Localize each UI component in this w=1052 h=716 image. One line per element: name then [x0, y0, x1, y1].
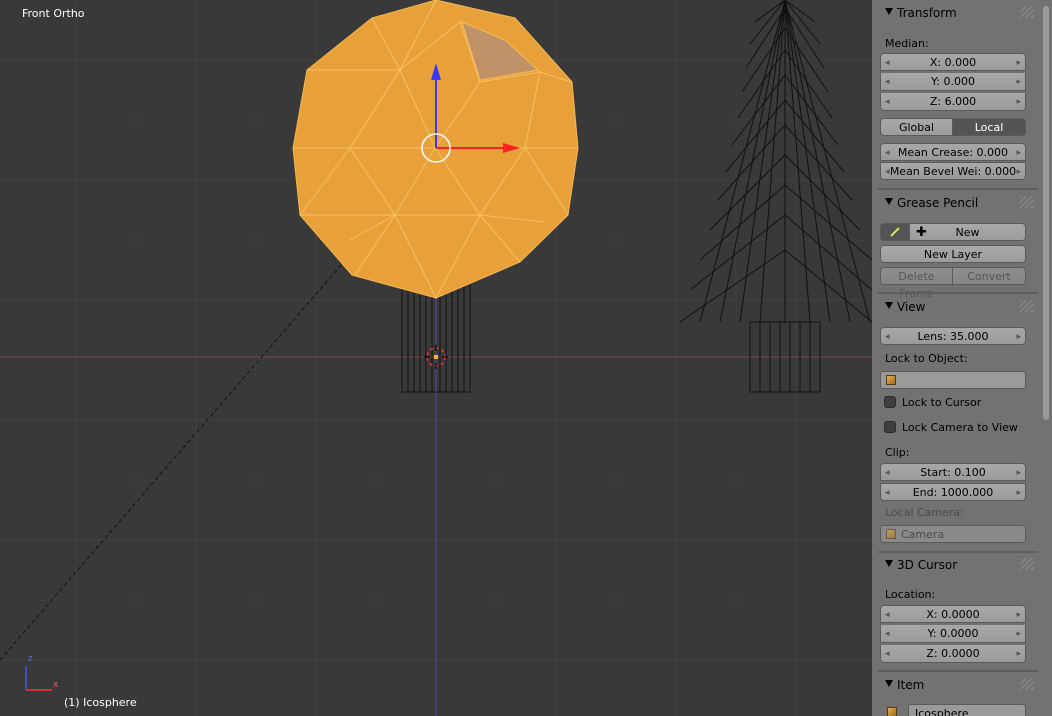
collapse-triangle-icon — [885, 680, 893, 687]
lock-to-cursor-label: Lock to Cursor — [902, 396, 982, 409]
mean-bevel-field[interactable]: Mean Bevel Wei: 0.000 — [880, 162, 1026, 181]
item-title: Item — [897, 678, 925, 692]
grease-pencil-title: Grease Pencil — [897, 196, 979, 210]
properties-panel: Transform Median: X: 0.000 Y: 0.000 Z: 6… — [872, 0, 1052, 716]
delete-frame-button[interactable]: Delete Frame — [880, 267, 953, 300]
camera-field-value: Camera — [901, 528, 945, 541]
convert-button[interactable]: Convert — [952, 267, 1026, 285]
new-grease-pencil-button[interactable]: ✚ New — [909, 223, 1026, 241]
median-z-field[interactable]: Z: 6.000 — [880, 93, 1026, 111]
panel-scrollbar[interactable] — [1043, 6, 1049, 420]
collapse-triangle-icon — [885, 198, 893, 205]
pencil-icon[interactable] — [880, 223, 910, 241]
lock-to-cursor-checkbox[interactable] — [884, 396, 896, 408]
local-camera-label: Local Camera: — [885, 506, 964, 519]
lock-camera-checkbox[interactable] — [884, 421, 896, 433]
global-toggle[interactable]: Global — [880, 118, 953, 136]
grease-pencil-header[interactable]: Grease Pencil — [878, 193, 1036, 213]
divider — [878, 551, 1038, 553]
location-label: Location: — [885, 588, 936, 601]
camera-line — [0, 219, 381, 661]
drag-grip-icon[interactable] — [1020, 558, 1034, 570]
3d-cursor-header[interactable]: 3D Cursor — [878, 555, 1036, 575]
active-object-label: (1) Icosphere — [64, 696, 137, 709]
cursor-x-field[interactable]: X: 0.0000 — [880, 605, 1026, 624]
view-title: View — [897, 300, 926, 314]
item-name-value: Icosphere — [915, 707, 969, 716]
clip-label: Clip: — [885, 446, 910, 459]
divider — [878, 292, 1038, 294]
collapse-triangle-icon — [885, 560, 893, 567]
view-header[interactable]: View — [878, 297, 1036, 317]
3d-cursor-title: 3D Cursor — [897, 558, 958, 572]
clip-start-field[interactable]: Start: 0.100 — [880, 463, 1026, 482]
median-x-field[interactable]: X: 0.000 — [880, 53, 1026, 72]
collapse-triangle-icon — [885, 8, 893, 15]
viewport-canvas — [0, 0, 872, 716]
object-cube-icon — [887, 707, 897, 716]
collapse-triangle-icon — [885, 302, 893, 309]
lock-camera-label: Lock Camera to View — [902, 421, 1018, 434]
local-camera-field[interactable]: Camera — [880, 525, 1026, 543]
camera-object-icon — [886, 529, 896, 539]
icosphere-mesh — [292, 0, 579, 300]
cursor-z-field[interactable]: Z: 0.0000 — [880, 645, 1026, 663]
drag-grip-icon[interactable] — [1020, 300, 1034, 312]
drag-grip-icon[interactable] — [1020, 6, 1034, 18]
lock-object-field[interactable] — [880, 371, 1026, 389]
transform-header[interactable]: Transform — [878, 3, 1036, 23]
lens-field[interactable]: Lens: 35.000 — [880, 327, 1026, 346]
3d-cursor — [424, 345, 448, 369]
plus-icon: ✚ — [916, 225, 927, 240]
lock-to-object-label: Lock to Object: — [885, 352, 968, 365]
mean-crease-field[interactable]: Mean Crease: 0.000 — [880, 143, 1026, 162]
drag-grip-icon[interactable] — [1020, 196, 1034, 208]
view-label: Front Ortho — [22, 7, 85, 20]
transform-title: Transform — [897, 6, 957, 20]
clip-end-field[interactable]: End: 1000.000 — [880, 483, 1026, 502]
gizmo-x-label: x — [53, 680, 59, 690]
object-cube-icon — [886, 375, 896, 385]
item-name-field[interactable]: Icosphere — [908, 704, 1026, 716]
pine-tree — [679, 0, 872, 393]
cursor-y-field[interactable]: Y: 0.0000 — [880, 625, 1026, 643]
new-layer-button[interactable]: New Layer — [880, 245, 1026, 263]
local-toggle[interactable]: Local — [952, 118, 1026, 136]
3d-viewport[interactable]: Front Ortho (1) Icosphere z x — [0, 0, 872, 716]
divider — [878, 670, 1038, 672]
item-header[interactable]: Item — [878, 675, 1036, 695]
drag-grip-icon[interactable] — [1020, 678, 1034, 690]
median-label: Median: — [885, 37, 929, 50]
divider — [878, 188, 1038, 190]
gizmo-z-label: z — [28, 654, 33, 664]
median-y-field[interactable]: Y: 0.000 — [880, 73, 1026, 91]
